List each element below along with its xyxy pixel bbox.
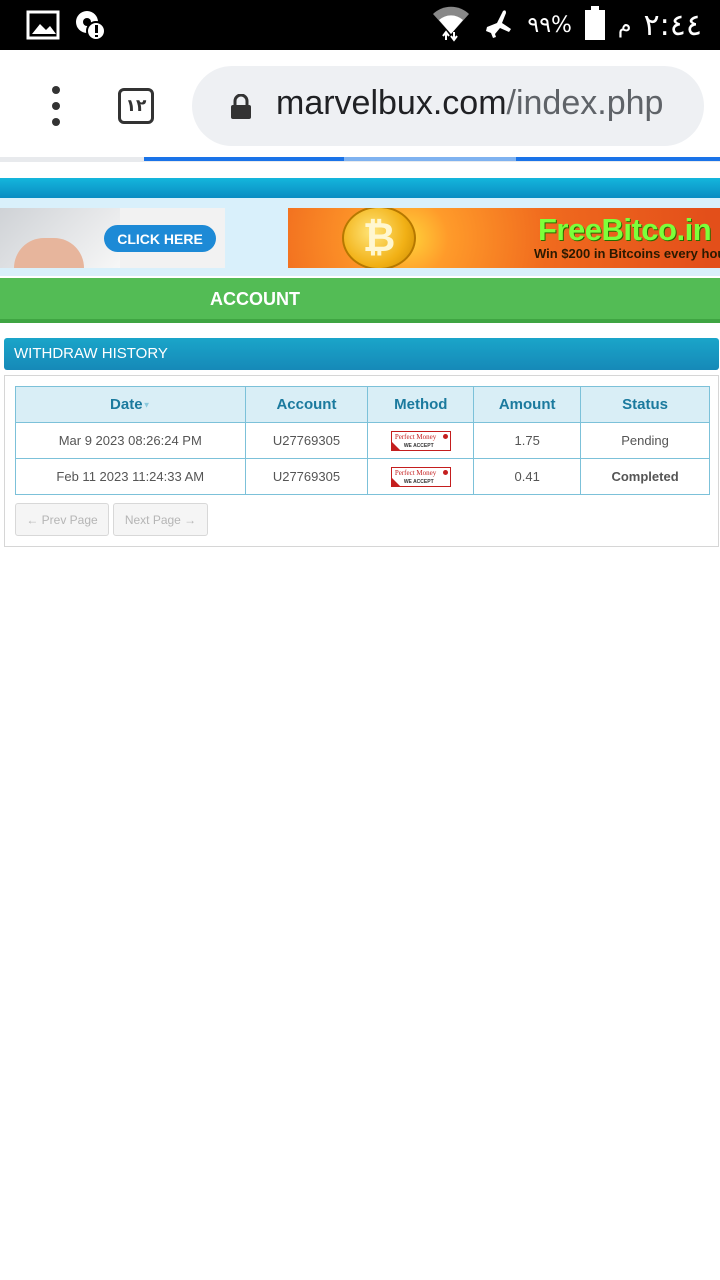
sort-down-icon: ▼: [142, 400, 151, 410]
table-row: Mar 9 2023 08:26:24 PM U27769305 Perfect…: [15, 422, 710, 459]
tab-switcher-button[interactable]: ١٢: [118, 88, 154, 124]
clock: ٢:٤٤: [643, 7, 702, 43]
lock-icon[interactable]: [230, 93, 252, 124]
cell-account: U27769305: [244, 458, 369, 495]
gallery-icon: [26, 10, 60, 44]
column-header-account[interactable]: Account: [244, 386, 369, 423]
cell-amount: 1.75: [473, 422, 582, 459]
site-header-bar: [0, 178, 720, 198]
perfect-money-logo: Perfect Money WE ACCEPT: [390, 430, 451, 451]
address-bar[interactable]: marvelbux.com/index.php: [192, 66, 704, 146]
battery-percent: ٩٩%: [527, 12, 572, 38]
overflow-menu-icon[interactable]: [40, 86, 72, 126]
cell-status-completed: Completed: [580, 458, 710, 495]
perfect-money-logo: Perfect Money WE ACCEPT: [390, 466, 451, 487]
cell-account: U27769305: [244, 422, 369, 459]
pagination: ← Prev Page Next Page →: [15, 503, 208, 536]
page-load-progress: [0, 157, 720, 162]
cell-method: Perfect Money WE ACCEPT: [367, 422, 475, 459]
column-header-method[interactable]: Method: [367, 386, 475, 423]
url-domain: marvelbux.com: [276, 84, 507, 122]
column-header-date[interactable]: Date▼: [15, 386, 246, 423]
cell-amount: 0.41: [473, 458, 582, 495]
ad-banner-left[interactable]: CLICK HERE: [0, 208, 225, 268]
withdraw-history-header: WITHDRAW HISTORY: [4, 338, 719, 370]
url-text[interactable]: marvelbux.com/index.php: [276, 84, 686, 123]
ad-banner-freebitcoin[interactable]: ₿ FreeBitco.in Win $200 in Bitcoins ever…: [288, 208, 720, 268]
browser-toolbar: ١٢ marvelbux.com/index.php: [0, 50, 720, 160]
url-path: /index.php: [506, 84, 664, 122]
ampm-label: م: [617, 12, 632, 38]
withdraw-history-title: WITHDRAW HISTORY: [14, 345, 168, 362]
account-bar: ACCOUNT: [0, 278, 720, 323]
freebitcoin-subtitle: Win $200 in Bitcoins every hour!: [534, 246, 720, 261]
withdraw-history-table: Date▼ Account Method Amount Status Mar 9…: [15, 386, 710, 495]
bitcoin-coin-icon: ₿: [342, 208, 416, 268]
click-here-button[interactable]: CLICK HERE: [104, 225, 216, 252]
status-bar: ٩٩% م ٢:٤٤: [0, 0, 720, 50]
column-header-amount[interactable]: Amount: [473, 386, 582, 423]
page-title: ACCOUNT: [210, 289, 300, 309]
cell-date: Mar 9 2023 08:26:24 PM: [15, 422, 246, 459]
wifi-icon: [431, 4, 471, 46]
column-header-status[interactable]: Status: [580, 386, 710, 423]
table-header-row: Date▼ Account Method Amount Status: [15, 386, 710, 423]
data-saver-alert-icon: [74, 9, 106, 45]
table-row: Feb 11 2023 11:24:33 AM U27769305 Perfec…: [15, 458, 710, 495]
airplane-icon: [483, 7, 515, 43]
cell-method: Perfect Money WE ACCEPT: [367, 458, 475, 495]
withdraw-history-panel: Date▼ Account Method Amount Status Mar 9…: [4, 375, 719, 547]
cell-date: Feb 11 2023 11:24:33 AM: [15, 458, 246, 495]
tab-count: ١٢: [125, 96, 147, 116]
prev-page-button[interactable]: ← Prev Page: [15, 503, 109, 536]
battery-icon: [584, 6, 606, 44]
freebitcoin-title: FreeBitco.in: [538, 212, 712, 247]
next-page-button[interactable]: Next Page →: [113, 503, 208, 536]
cell-status-pending: Pending: [580, 422, 710, 459]
